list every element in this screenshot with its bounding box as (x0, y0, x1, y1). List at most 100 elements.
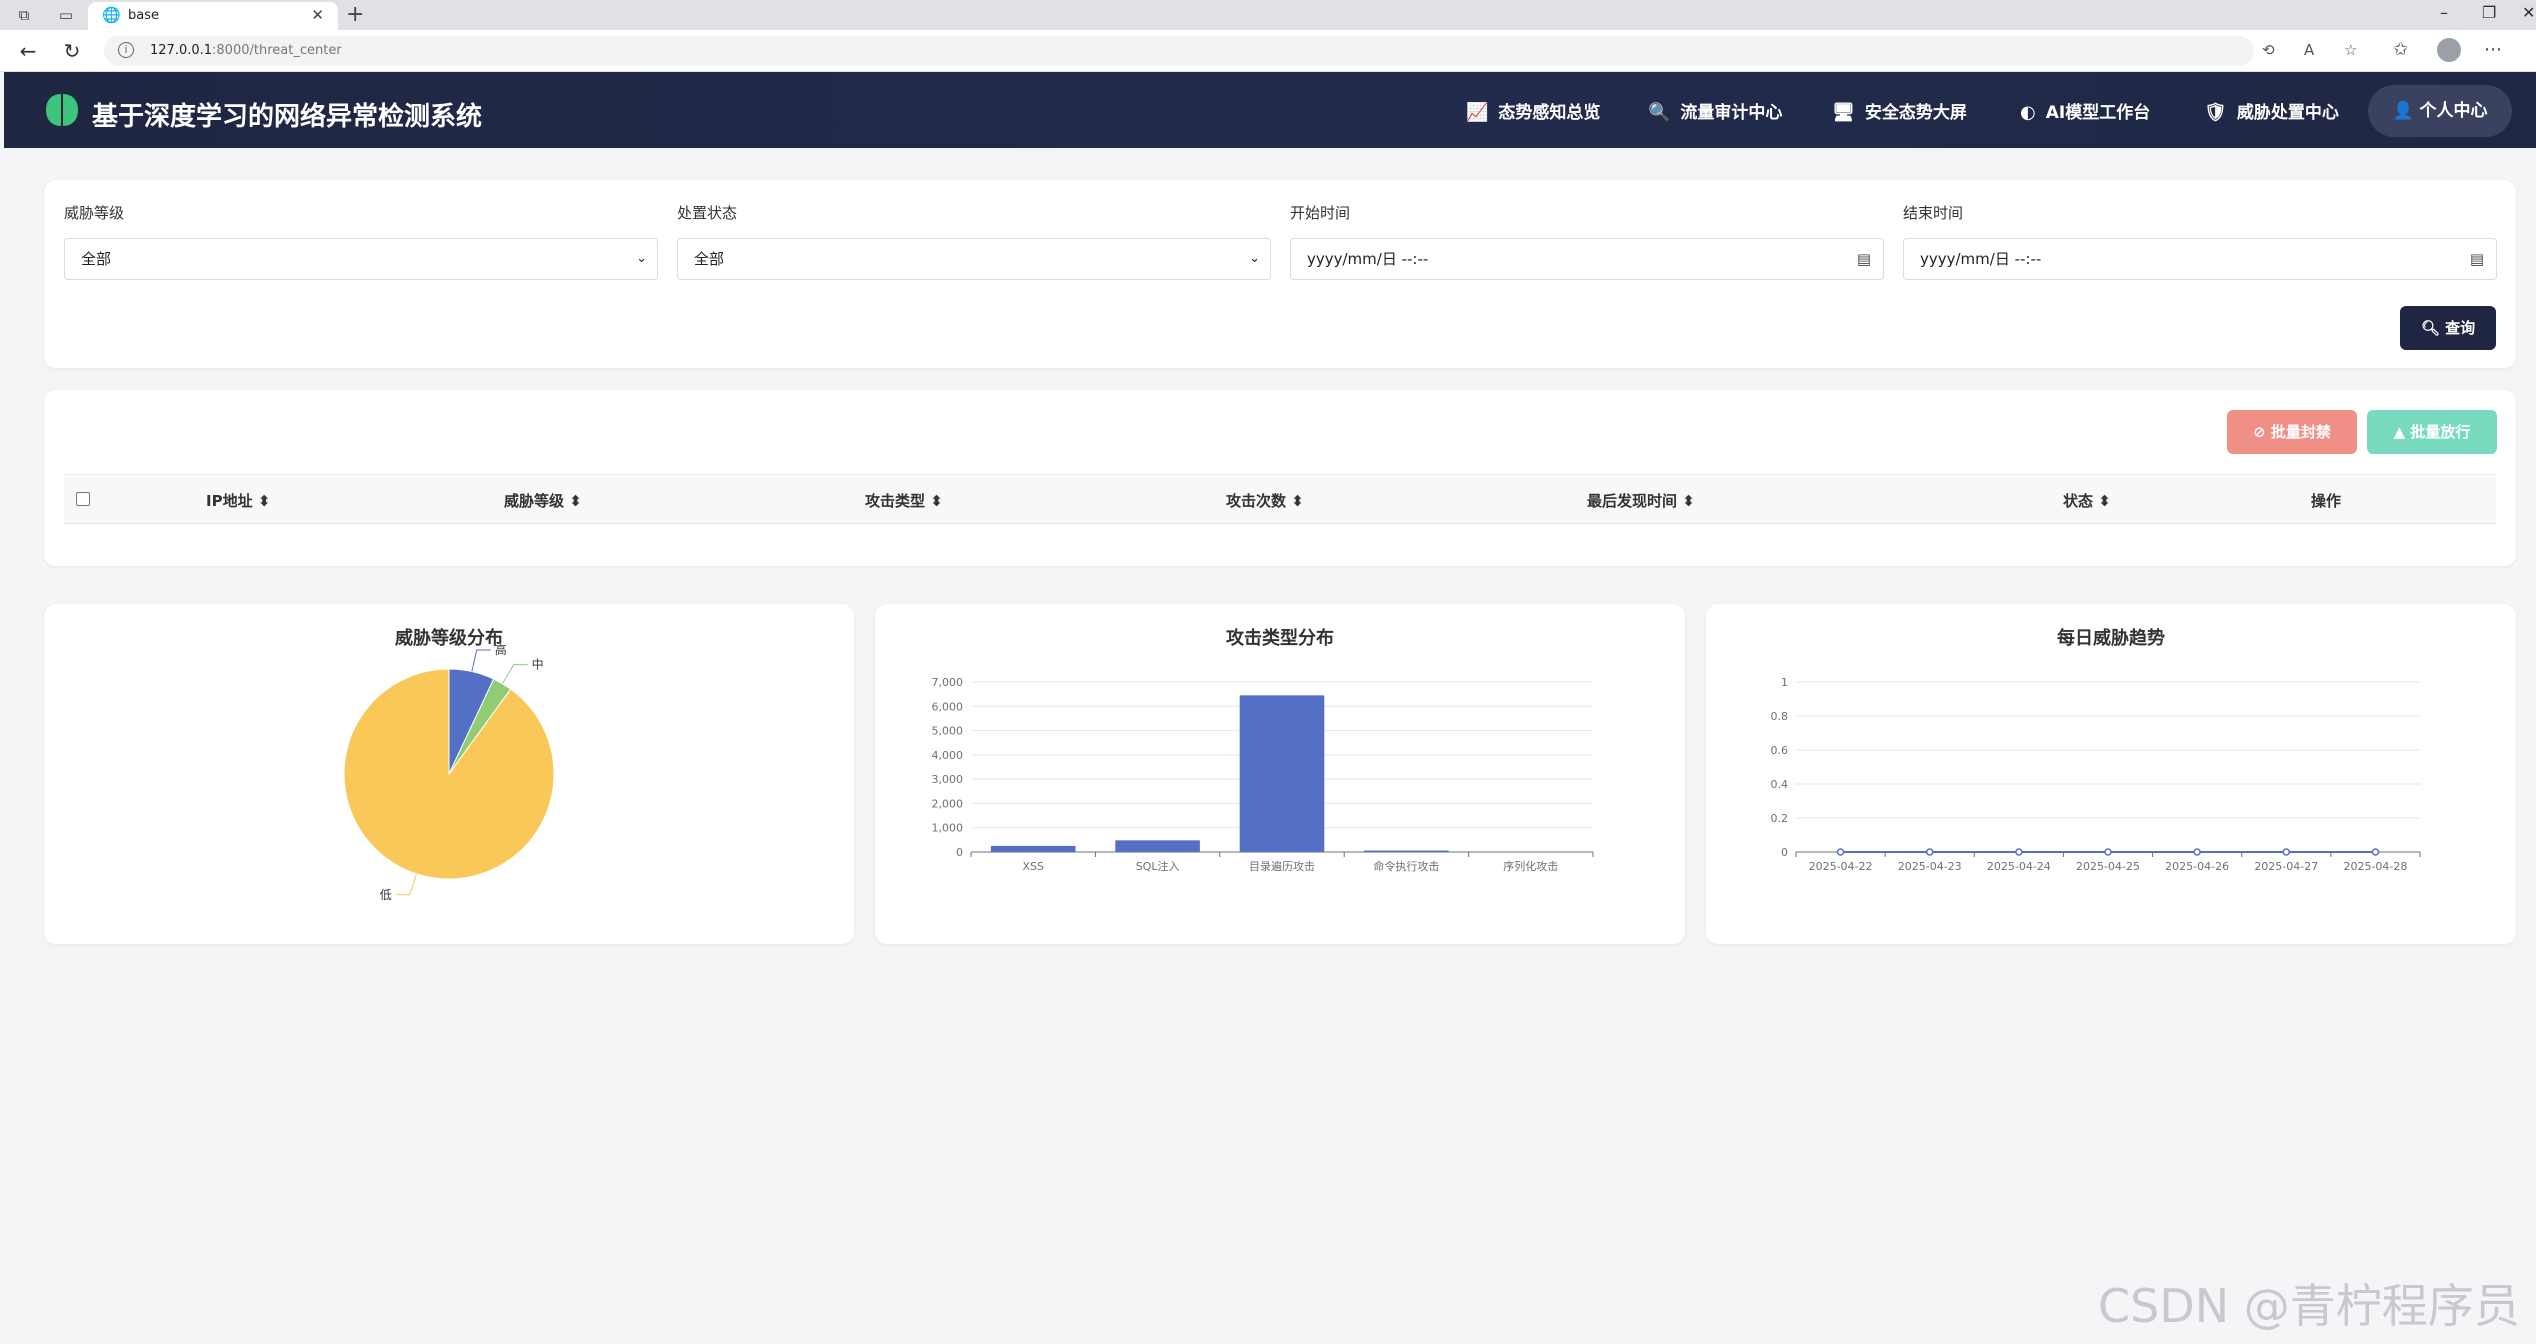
start-time-label: 开始时间 (1290, 204, 1351, 222)
search-icon: 🔍︎ (2420, 319, 2446, 337)
browser-tab-bar: ⧉ ▭ 🌐 base ✕ + – ❐ ✕ (0, 0, 2536, 30)
favorite-star-icon[interactable]: ☆ (2344, 41, 2357, 59)
y-tick-label: 1,000 (932, 822, 964, 835)
warning-icon: ▲ (2393, 423, 2411, 441)
y-tick-label: 7,000 (932, 676, 964, 689)
threat-table-panel: ⊘ 批量封禁 ▲ 批量放行 IP地址 ⬍ 威胁等级 ⬍ 攻击类型 ⬍ 攻击次数 … (44, 390, 2516, 566)
y-tick-label: 5,000 (932, 725, 964, 738)
y-tick-label: 0.8 (1771, 710, 1789, 723)
y-tick-label: 0.2 (1771, 812, 1789, 825)
nav-situation-overview[interactable]: 📈 态势感知总览 (1466, 98, 1600, 123)
globe-icon: 🌐 (102, 6, 121, 24)
column-last-seen[interactable]: 最后发现时间 ⬍ (1587, 490, 1695, 511)
data-point[interactable] (2282, 848, 2291, 856)
x-tick-label: 2025-04-24 (1987, 860, 2051, 873)
sort-icon: ⬍ (2098, 492, 2111, 510)
read-aloud-icon[interactable]: A (2304, 41, 2314, 59)
url-text: 127.0.0.1:8000/threat_center (150, 43, 342, 58)
x-tick-label: 命令执行攻击 (1373, 859, 1439, 873)
profile-avatar[interactable] (2437, 38, 2461, 62)
end-time-label: 结束时间 (1903, 204, 1964, 222)
new-tab-button[interactable]: + (346, 2, 364, 27)
nav-ai-model[interactable]: ◐ AI模型工作台 (2020, 98, 2150, 123)
batch-allow-button[interactable]: ▲ 批量放行 (2367, 410, 2497, 454)
column-actions: 操作 (2311, 492, 2342, 510)
brain-icon: ◐ (2020, 102, 2036, 123)
x-tick-label: SQL注入 (1136, 859, 1180, 873)
pie-slice[interactable] (343, 668, 555, 880)
y-tick-label: 6,000 (932, 700, 964, 713)
nav-traffic-audit[interactable]: 🔍 流量审计中心 (1648, 98, 1782, 123)
y-tick-label: 0.6 (1771, 744, 1789, 757)
filter-panel: 威胁等级 全部 ⌄ 处置状态 全部 ⌄ 开始时间 yyyy/mm/日 --:--… (44, 180, 2516, 368)
column-attack-type[interactable]: 攻击类型 ⬍ (865, 490, 943, 511)
translate-icon[interactable]: ⟲ (2262, 41, 2275, 59)
y-tick-label: 0.4 (1771, 778, 1789, 791)
column-status[interactable]: 状态 ⬍ (2063, 490, 2111, 511)
bar[interactable] (1115, 840, 1200, 852)
daily-trend-chart-card: 每日威胁趋势 0 0.2 0.4 0.6 0.8 1 2025-04-22 2025-04-2… (1706, 604, 2516, 944)
favorites-icon[interactable]: ✩ (2393, 39, 2408, 60)
query-button[interactable]: 🔍︎ 查询 (2400, 306, 2496, 350)
sort-icon: ⬍ (257, 492, 271, 510)
user-cog-icon: 👤 (2392, 101, 2420, 121)
y-tick-label: 3,000 (932, 773, 964, 786)
close-tab-icon[interactable]: ✕ (311, 6, 324, 24)
data-point[interactable] (1925, 848, 1934, 856)
status-select[interactable]: 全部 ⌄ (677, 238, 1271, 280)
y-tick-label: 1 (1781, 676, 1788, 689)
select-all-checkbox[interactable] (76, 492, 90, 506)
pie-label: 高 (495, 642, 507, 657)
x-tick-label: 2025-04-25 (2076, 860, 2140, 873)
back-icon[interactable]: ← (16, 39, 40, 63)
close-window-icon[interactable]: ✕ (2522, 3, 2535, 22)
monitor-icon: 🖥 (1832, 102, 1855, 123)
end-time-input[interactable]: yyyy/mm/日 --:-- ▤ (1903, 238, 2497, 280)
search-icon: 🔍 (1648, 102, 1671, 123)
bar[interactable] (1239, 695, 1325, 852)
reload-icon[interactable]: ↻ (60, 39, 84, 63)
threat-level-select[interactable]: 全部 ⌄ (64, 238, 658, 280)
table-header: IP地址 ⬍ 威胁等级 ⬍ 攻击类型 ⬍ 攻击次数 ⬍ 最后发现时间 ⬍ 状态 … (64, 474, 2496, 524)
calendar-icon[interactable]: ▤ (1857, 239, 1871, 279)
app-title: 基于深度学习的网络异常检测系统 (92, 102, 483, 132)
column-ip[interactable]: IP地址 ⬍ (206, 490, 270, 511)
browser-tab[interactable]: 🌐 base ✕ (88, 2, 338, 30)
x-tick-label: 2025-04-23 (1898, 860, 1962, 873)
batch-block-button[interactable]: ⊘ 批量封禁 (2227, 410, 2357, 454)
minimize-icon[interactable]: – (2440, 3, 2448, 22)
threat-level-chart-card: 威胁等级分布 高中低 (44, 604, 854, 944)
tab-title: base (128, 8, 159, 23)
bar[interactable] (990, 845, 1076, 852)
calendar-icon[interactable]: ▤ (2470, 239, 2484, 279)
tab-actions-icon[interactable]: ▭ (56, 5, 76, 25)
column-threat-level[interactable]: 威胁等级 ⬍ (504, 490, 582, 511)
data-point[interactable] (2371, 848, 2380, 856)
ban-icon: ⊘ (2253, 423, 2271, 441)
bar-chart: 0 1,000 2,000 3,000 4,000 5,000 6,000 7,000 XSS S… (932, 676, 1594, 873)
nav-threat-center[interactable]: 🛡 威胁处置中心 (2204, 98, 2339, 123)
threat-level-label: 威胁等级 (64, 204, 125, 222)
nav-security-screen[interactable]: 🖥 安全态势大屏 (1832, 98, 1967, 123)
pie-label: 低 (380, 888, 392, 902)
x-tick-label: 2025-04-26 (2165, 860, 2229, 873)
pie-label-line (502, 664, 528, 684)
bar[interactable] (1364, 850, 1449, 852)
start-time-input[interactable]: yyyy/mm/日 --:-- ▤ (1290, 238, 1884, 280)
y-tick-label: 2,000 (932, 797, 964, 810)
url-field[interactable]: i 127.0.0.1:8000/threat_center ⟲ A ☆ (104, 36, 2357, 66)
data-point[interactable] (1836, 848, 1845, 856)
data-point[interactable] (2193, 848, 2201, 856)
site-info-icon[interactable]: i (118, 42, 134, 58)
y-tick-label: 0 (1781, 846, 1788, 859)
data-point[interactable] (2104, 848, 2112, 856)
more-menu-icon[interactable]: ⋯ (2484, 39, 2502, 60)
column-attack-count[interactable]: 攻击次数 ⬍ (1226, 490, 1304, 511)
sort-icon: ⬍ (1682, 492, 1695, 510)
pie-label-line (471, 649, 491, 672)
workspaces-icon[interactable]: ⧉ (14, 5, 34, 25)
data-point[interactable] (2015, 848, 2023, 856)
restore-icon[interactable]: ❐ (2482, 3, 2496, 22)
pie-label-line (395, 873, 418, 896)
user-center-button[interactable]: 👤 个人中心 (2368, 85, 2512, 137)
